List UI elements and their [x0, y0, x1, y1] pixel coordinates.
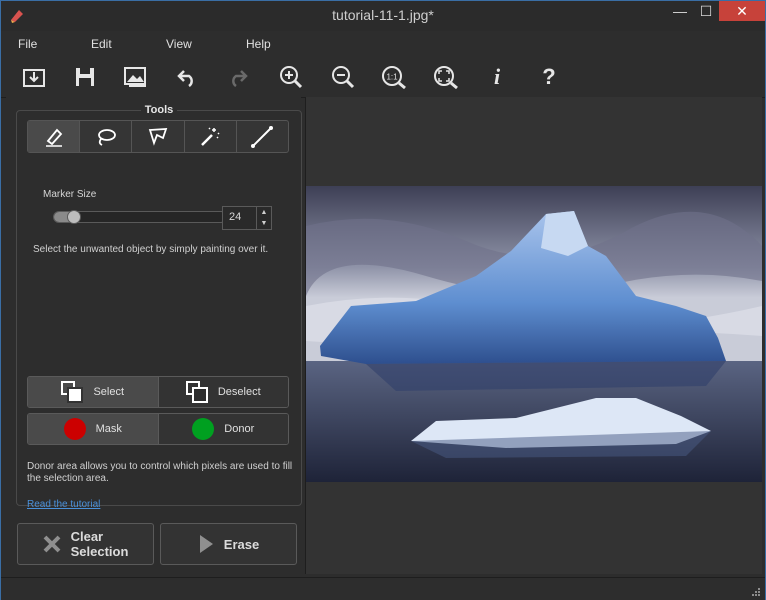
app-window: tutorial-11-1.jpg* — ☐ ✕ File Edit View …: [0, 0, 766, 600]
minimize-button[interactable]: —: [667, 1, 693, 21]
tool-selector: [27, 120, 289, 153]
slider-handle[interactable]: [67, 210, 81, 224]
tool-hint: Select the unwanted object by simply pai…: [33, 244, 269, 255]
erase-label: Erase: [223, 536, 260, 552]
menu-edit[interactable]: Edit: [91, 37, 112, 51]
tools-group: Tools Marker Size 24 ▲ ▼ Select the unwa…: [16, 104, 302, 510]
marker-size-label: Marker Size: [43, 189, 97, 200]
tools-panel: Tools Marker Size 24 ▲ ▼ Select the unwa…: [6, 97, 302, 575]
maximize-button[interactable]: ☐: [693, 1, 719, 21]
erase-button[interactable]: Erase: [160, 523, 297, 565]
selection-label: Selection: [70, 544, 129, 559]
status-bar: [1, 577, 765, 600]
actual-size-icon[interactable]: 1:1: [379, 62, 409, 92]
clear-label: Clear: [70, 529, 104, 544]
image-canvas[interactable]: [305, 97, 762, 574]
close-button[interactable]: ✕: [719, 1, 765, 21]
fit-screen-icon[interactable]: [431, 62, 461, 92]
donor-button[interactable]: Donor: [158, 414, 288, 444]
select-button[interactable]: Select: [28, 377, 159, 407]
marker-icon: [45, 128, 62, 147]
resize-grip-icon[interactable]: [751, 587, 761, 597]
read-tutorial-link[interactable]: Read the tutorial: [27, 499, 100, 510]
mask-button[interactable]: Mask: [28, 414, 159, 444]
export-image-icon[interactable]: [121, 62, 151, 92]
title-bar: tutorial-11-1.jpg* — ☐ ✕: [1, 1, 765, 31]
mask-label: Mask: [95, 423, 122, 435]
deselect-icon: [185, 381, 208, 403]
magic-wand-tool-button[interactable]: [185, 121, 237, 152]
line-tool-button[interactable]: [237, 121, 288, 152]
area-mode-toggle: Mask Donor: [27, 413, 289, 445]
zoom-in-icon[interactable]: [276, 62, 306, 92]
selection-mode-toggle: Select Deselect: [27, 376, 289, 408]
help-icon[interactable]: ?: [534, 62, 564, 92]
redo-icon[interactable]: [223, 62, 253, 92]
marker-size-value: 24: [229, 211, 242, 223]
menu-help[interactable]: Help: [246, 37, 271, 51]
info-icon[interactable]: i: [482, 62, 512, 92]
window-title: tutorial-11-1.jpg*: [332, 7, 434, 23]
magic-wand-icon: [201, 126, 220, 146]
zoom-out-icon[interactable]: [328, 62, 358, 92]
donor-label: Donor: [224, 423, 255, 435]
lasso-icon: [97, 128, 116, 146]
spin-down-icon[interactable]: ▼: [257, 218, 271, 229]
menu-bar: File Edit View Help: [1, 33, 765, 55]
open-icon[interactable]: [19, 62, 49, 92]
marker-tool-button[interactable]: [28, 121, 81, 152]
spin-up-icon[interactable]: ▲: [257, 207, 271, 218]
iceberg-photo: [306, 186, 762, 482]
select-label: Select: [93, 386, 125, 398]
line-icon: [251, 125, 274, 148]
svg-text:1:1: 1:1: [386, 73, 398, 82]
menu-view[interactable]: View: [166, 37, 192, 51]
deselect-label: Deselect: [217, 386, 261, 398]
tools-heading: Tools: [140, 104, 178, 116]
clear-selection-button[interactable]: Clear Selection: [17, 523, 154, 565]
save-icon[interactable]: [70, 62, 100, 92]
undo-icon[interactable]: [172, 62, 202, 92]
lasso-tool-button[interactable]: [80, 121, 133, 152]
clear-x-icon: [43, 535, 61, 553]
mask-color-dot: [63, 418, 86, 440]
toolbar: 1:1 i ?: [1, 57, 765, 98]
donor-description: Donor area allows you to control which p…: [27, 461, 293, 484]
polygonal-lasso-tool-button[interactable]: [132, 121, 185, 152]
play-icon: [199, 535, 213, 553]
select-icon: [61, 381, 84, 403]
marker-size-slider[interactable]: [53, 210, 227, 224]
donor-color-dot: [192, 418, 215, 440]
marker-size-spinbox[interactable]: 24 ▲ ▼: [222, 206, 272, 230]
polygonal-lasso-icon: [148, 127, 168, 146]
deselect-button[interactable]: Deselect: [158, 377, 288, 407]
menu-file[interactable]: File: [18, 37, 37, 51]
